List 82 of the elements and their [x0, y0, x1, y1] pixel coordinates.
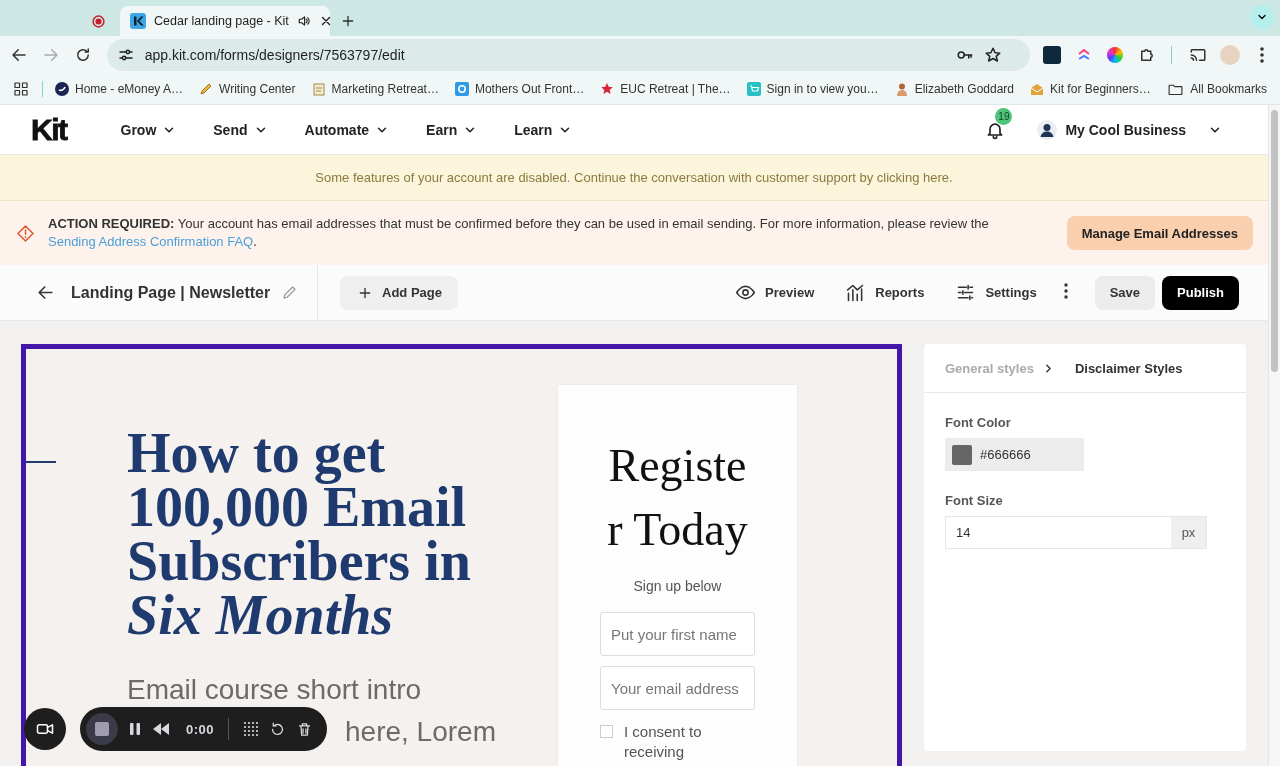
browser-tab[interactable]: Cedar landing page - Kit	[120, 6, 330, 36]
bookmark-star-icon[interactable]	[983, 46, 1002, 64]
dots-grid-icon	[243, 721, 260, 737]
stop-icon	[95, 722, 109, 736]
pause-button[interactable]	[128, 722, 142, 736]
person-icon	[894, 82, 909, 96]
font-size-field[interactable]: 14 px	[945, 516, 1207, 549]
forward-icon	[41, 46, 60, 64]
color-swatch	[952, 444, 972, 465]
save-button[interactable]: Save	[1094, 275, 1156, 310]
bookmark[interactable]: Writing Center	[199, 82, 296, 96]
bookmark[interactable]: Kit for Beginners…	[1030, 82, 1151, 96]
logo[interactable]: Kit	[31, 112, 67, 147]
intro-paragraph-end: here, Lorem	[345, 715, 497, 749]
gear-icon	[454, 82, 469, 96]
stop-button[interactable]	[86, 713, 118, 745]
all-bookmarks[interactable]: All Bookmarks	[1167, 80, 1267, 98]
settings-button[interactable]: Settings	[955, 282, 1037, 303]
reports-button[interactable]: Reports	[845, 282, 925, 303]
record-icon	[91, 14, 105, 28]
apps-icon[interactable]	[12, 80, 30, 98]
notepad-icon	[311, 82, 326, 96]
envelope-icon	[1030, 82, 1045, 96]
manage-email-addresses-button[interactable]: Manage Email Addresses	[1066, 216, 1253, 250]
warning-icon	[16, 223, 35, 243]
color-wheel-icon	[1107, 47, 1124, 63]
form-subtitle: Sign up below	[633, 578, 722, 594]
bookmark[interactable]: Elizabeth Goddard	[894, 82, 1015, 96]
rewind-button[interactable]	[152, 722, 170, 736]
scrollbar-thumb[interactable]	[1271, 110, 1278, 372]
avatar	[1220, 45, 1241, 65]
nav-menu[interactable]: Earn	[426, 121, 478, 138]
page-title: Landing Page | Newsletter	[71, 283, 271, 302]
bookmark-icon	[55, 82, 69, 96]
consent-label: I consent to receiving	[624, 722, 703, 762]
action-required-message: ACTION REQUIRED: Your account has email addresses that must be confirmed before they can be used in email sending. For more information, please review the Sending Address Confirmation FAQ.	[48, 215, 990, 251]
nav-menu[interactable]: Send	[213, 121, 268, 138]
speaker-icon[interactable]	[296, 14, 311, 28]
page-heading: How to get 100,000 Email Subscribers in Six Months	[127, 426, 472, 642]
new-tab-icon[interactable]	[340, 13, 356, 29]
address-bar[interactable]: app.kit.com/forms/designers/7563797/edit	[106, 39, 1030, 71]
field-label: Font Size	[945, 493, 1004, 508]
account-notice[interactable]: Some features of your account are disabled. Continue the conversation with customer support by clicking here.	[315, 170, 953, 185]
form-field[interactable]: Your email address	[600, 666, 755, 710]
preview-button[interactable]: Preview	[735, 282, 815, 303]
nav-menu[interactable]: Grow	[120, 121, 177, 138]
extension-icon	[1042, 46, 1061, 64]
kebab-icon	[1063, 283, 1068, 299]
star-icon	[600, 82, 615, 96]
kebab-icon	[1260, 47, 1265, 63]
bookmark[interactable]: Mothers Out Front…	[454, 82, 585, 96]
notification-count: 19	[995, 107, 1013, 125]
color-field[interactable]: #666666	[945, 438, 1084, 471]
bookmark[interactable]: Sign in to view you…	[746, 82, 879, 96]
dash-line	[26, 461, 56, 463]
nav-menu[interactable]: Automate	[304, 121, 390, 138]
back-icon	[9, 46, 28, 64]
breadcrumb-item[interactable]: Disclaimer Styles	[1074, 360, 1183, 376]
cart-icon	[746, 82, 761, 96]
tab-search-button[interactable]	[1250, 5, 1274, 29]
bookmark[interactable]: Home - eMoney A…	[55, 82, 184, 96]
intro-paragraph: Email course short intro	[127, 673, 423, 707]
form-title: Register Today	[606, 439, 749, 557]
form-field[interactable]: Put your first name	[600, 612, 755, 656]
field-label: Font Color	[945, 415, 1012, 430]
nav-menu[interactable]: Learn	[514, 121, 573, 138]
consent-checkbox[interactable]	[600, 725, 613, 738]
bookmark[interactable]: Marketing Retreat…	[311, 82, 439, 96]
user-icon	[1037, 119, 1058, 140]
pause-icon	[128, 722, 142, 736]
account-menu[interactable]: My Cool Business	[1037, 119, 1222, 140]
grid-button[interactable]	[243, 721, 260, 737]
cast-icon	[1189, 46, 1208, 64]
rewind-icon	[152, 722, 170, 736]
bookmark[interactable]: EUC Retreat | The…	[600, 82, 731, 96]
publish-button[interactable]: Publish	[1162, 275, 1239, 310]
add-page-button[interactable]: Add Page	[340, 275, 458, 310]
back-button[interactable]	[36, 283, 55, 302]
back-icon	[36, 283, 55, 302]
recording-time: 0:00	[186, 721, 215, 737]
pencil-icon	[199, 82, 214, 96]
site-icon	[130, 13, 146, 29]
